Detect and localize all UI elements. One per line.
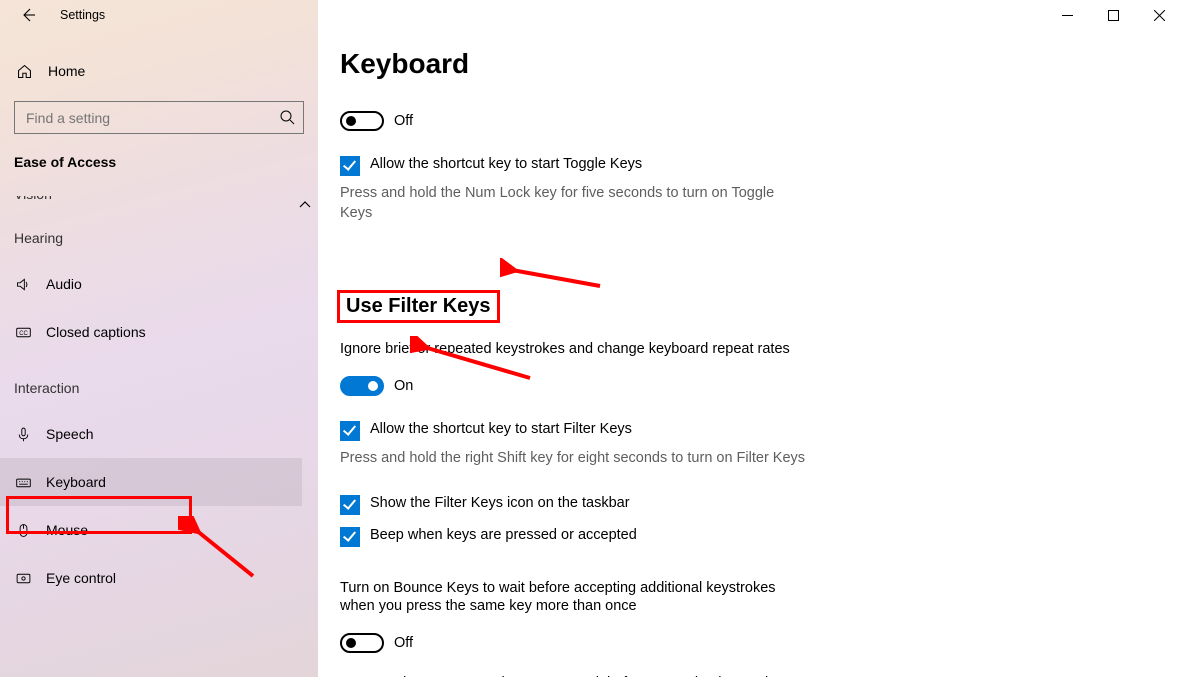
svg-text:CC: CC	[19, 331, 28, 337]
eye-control-icon	[14, 570, 32, 587]
sidebar-section-interaction: Interaction	[0, 356, 302, 410]
filter-keys-shortcut-desc: Press and hold the right Shift key for e…	[340, 449, 840, 469]
minimize-button[interactable]	[1044, 0, 1090, 30]
close-button[interactable]	[1136, 0, 1182, 30]
sidebar-section-hearing: Hearing	[0, 206, 302, 260]
mouse-icon	[14, 522, 32, 539]
sidebar-item-speech[interactable]: Speech	[0, 410, 302, 458]
sidebar-item-audio[interactable]: Audio	[0, 260, 302, 308]
speaker-icon	[14, 276, 32, 293]
bounce-keys-desc: Turn on Bounce Keys to wait before accep…	[340, 579, 780, 617]
search-icon	[279, 109, 295, 128]
back-button[interactable]	[14, 1, 42, 29]
toggle-keys-shortcut-label: Allow the shortcut key to start Toggle K…	[370, 156, 642, 172]
main-content: Keyboard Off Allow the shortcut key to s…	[318, 0, 1182, 677]
checkbox-checked-icon	[340, 421, 360, 441]
toggle-state-label: Off	[394, 113, 413, 129]
checkbox-checked-icon	[340, 156, 360, 176]
toggle-switch[interactable]	[340, 376, 384, 396]
sidebar-item-mouse[interactable]: Mouse	[0, 506, 302, 554]
titlebar: Settings	[0, 0, 318, 30]
toggle-keys-shortcut-checkbox[interactable]: Allow the shortcut key to start Toggle K…	[340, 156, 1152, 176]
filter-keys-beep-checkbox[interactable]: Beep when keys are pressed or accepted	[340, 527, 1152, 547]
microphone-icon	[14, 426, 32, 443]
home-icon	[14, 63, 34, 80]
home-label: Home	[48, 63, 85, 79]
search-field[interactable]	[15, 102, 269, 133]
annotation-arrow-heading	[500, 258, 610, 298]
search-input[interactable]	[14, 101, 304, 134]
sidebar: Settings Home Ease of Access Vision Hea	[0, 0, 318, 677]
sidebar-list: Vision Hearing Audio CC Closed captions …	[0, 196, 302, 677]
filter-keys-taskbar-label: Show the Filter Keys icon on the taskbar	[370, 495, 630, 511]
filter-keys-heading: Use Filter Keys	[340, 293, 497, 320]
keyboard-icon	[14, 474, 32, 491]
checkbox-checked-icon	[340, 495, 360, 515]
sidebar-item-home[interactable]: Home	[14, 52, 304, 90]
filter-keys-desc: Ignore brief or repeated keystrokes and …	[340, 340, 800, 359]
toggle-state-label: Off	[394, 635, 413, 651]
audio-label: Audio	[46, 276, 82, 292]
sidebar-item-eye-control[interactable]: Eye control	[0, 554, 302, 602]
sidebar-category: Ease of Access	[14, 154, 116, 170]
filter-keys-toggle[interactable]: On	[340, 371, 1152, 401]
speech-label: Speech	[46, 426, 93, 442]
eye-control-label: Eye control	[46, 570, 116, 586]
toggle-keys-shortcut-desc: Press and hold the Num Lock key for five…	[340, 184, 780, 223]
toggle-state-label: On	[394, 378, 413, 394]
toggle-switch[interactable]	[340, 633, 384, 653]
sidebar-section-vision-clipped: Vision	[0, 196, 302, 206]
page-title: Keyboard	[340, 48, 469, 80]
toggle-switch[interactable]	[340, 111, 384, 131]
filter-keys-taskbar-checkbox[interactable]: Show the Filter Keys icon on the taskbar	[340, 495, 1152, 515]
closed-captions-icon: CC	[14, 324, 32, 341]
maximize-button[interactable]	[1090, 0, 1136, 30]
filter-keys-beep-label: Beep when keys are pressed or accepted	[370, 527, 637, 543]
filter-keys-shortcut-label: Allow the shortcut key to start Filter K…	[370, 421, 632, 437]
window-title: Settings	[60, 8, 105, 22]
closed-captions-label: Closed captions	[46, 324, 146, 340]
window-controls	[1044, 0, 1182, 30]
mouse-label: Mouse	[46, 522, 88, 538]
sidebar-item-keyboard[interactable]: Keyboard	[0, 458, 302, 506]
bounce-keys-toggle[interactable]: Off	[340, 628, 1152, 658]
checkbox-checked-icon	[340, 527, 360, 547]
sidebar-item-closed-captions[interactable]: CC Closed captions	[0, 308, 302, 356]
toggle-keys-toggle[interactable]: Off	[340, 106, 1152, 136]
filter-keys-shortcut-checkbox[interactable]: Allow the shortcut key to start Filter K…	[340, 421, 1152, 441]
keyboard-label: Keyboard	[46, 474, 106, 490]
